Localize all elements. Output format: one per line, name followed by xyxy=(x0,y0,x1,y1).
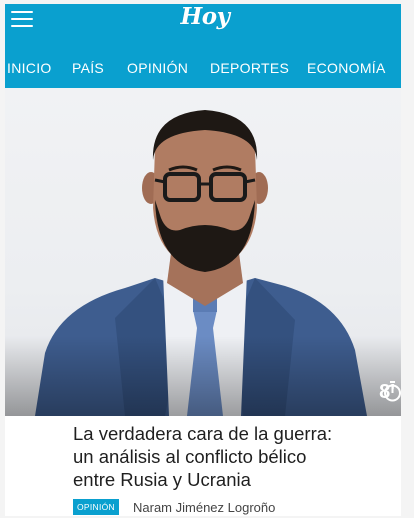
headline-line-3: entre Rusia y Ucrania xyxy=(73,469,251,490)
hero-gradient xyxy=(5,336,401,416)
article-hero-image[interactable]: 8' xyxy=(5,88,401,416)
header-bar: Hoy xyxy=(5,4,401,40)
headline-line-2: un análisis al conflicto bélico xyxy=(73,446,307,467)
stopwatch-icon xyxy=(384,381,401,402)
app-frame: Hoy INICIO PAÍS OPINIÓN DEPORTES ECONOMÍ… xyxy=(5,4,401,516)
hamburger-menu-icon[interactable] xyxy=(11,11,35,31)
article-headline[interactable]: La verdadera cara de la guerra: un análi… xyxy=(73,422,393,491)
nav-item-inicio[interactable]: INICIO xyxy=(7,60,52,76)
site-logo[interactable]: Hoy xyxy=(175,4,235,32)
nav-item-deportes[interactable]: DEPORTES xyxy=(210,60,289,76)
headline-line-1: La verdadera cara de la guerra: xyxy=(73,423,333,444)
section-nav: INICIO PAÍS OPINIÓN DEPORTES ECONOMÍA xyxy=(5,40,401,88)
nav-item-economia[interactable]: ECONOMÍA xyxy=(307,60,386,76)
category-badge[interactable]: OPINIÓN xyxy=(73,499,119,515)
nav-item-opinion[interactable]: OPINIÓN xyxy=(127,60,188,76)
nav-item-pais[interactable]: PAÍS xyxy=(72,60,104,76)
read-time: 8' xyxy=(379,381,401,404)
article-meta: OPINIÓN Naram Jiménez Logroño xyxy=(73,499,275,515)
author-name[interactable]: Naram Jiménez Logroño xyxy=(133,500,275,515)
